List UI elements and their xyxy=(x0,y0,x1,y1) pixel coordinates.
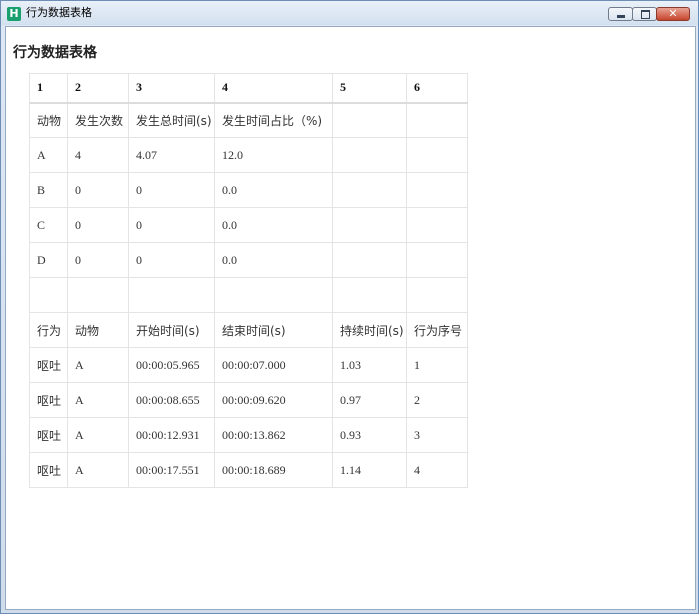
table-cell[interactable]: D xyxy=(29,242,68,278)
table-row: 行为 动物 开始时间(s) 结束时间(s) 持续时间(s) 行为序号 xyxy=(29,312,468,348)
table-cell[interactable]: 呕吐 xyxy=(29,347,68,383)
table-cell[interactable] xyxy=(332,207,407,243)
minimize-icon xyxy=(617,15,625,18)
table-cell[interactable]: 0 xyxy=(67,242,129,278)
table-cell[interactable]: A xyxy=(29,137,68,173)
table-cell[interactable]: 动物 xyxy=(67,312,129,348)
table-cell[interactable]: 4 xyxy=(67,137,129,173)
table-cell[interactable]: 0 xyxy=(128,242,215,278)
table-cell[interactable]: 00:00:17.551 xyxy=(128,452,215,488)
column-header[interactable]: 2 xyxy=(67,73,129,104)
window-controls: ✕ xyxy=(608,7,690,22)
table-cell[interactable]: 0.93 xyxy=(332,417,407,453)
window-title: 行为数据表格 xyxy=(26,6,92,19)
table-cell[interactable]: A xyxy=(67,347,129,383)
table-cell[interactable]: 2 xyxy=(406,382,468,418)
table-cell[interactable]: 发生总时间(s) xyxy=(128,102,215,138)
table-cell[interactable]: A xyxy=(67,382,129,418)
table-cell[interactable]: 0 xyxy=(67,172,129,208)
table-cell[interactable] xyxy=(406,207,468,243)
table-cell[interactable]: 呕吐 xyxy=(29,382,68,418)
table-cell[interactable]: 1 xyxy=(406,347,468,383)
table-cell[interactable]: 00:00:07.000 xyxy=(214,347,333,383)
table-cell[interactable]: 0.0 xyxy=(214,242,333,278)
close-button[interactable]: ✕ xyxy=(656,7,690,21)
table-row: 呕吐 A 00:00:17.551 00:00:18.689 1.14 4 xyxy=(29,452,468,488)
column-header[interactable]: 6 xyxy=(406,73,468,104)
table-cell[interactable]: 0.97 xyxy=(332,382,407,418)
table-cell[interactable] xyxy=(406,137,468,173)
table-cell[interactable]: 4 xyxy=(406,452,468,488)
column-header[interactable]: 5 xyxy=(332,73,407,104)
table-row: D 0 0 0.0 xyxy=(29,242,468,278)
table-header-row: 1 2 3 4 5 6 xyxy=(29,73,468,104)
table-cell[interactable]: 0.0 xyxy=(214,172,333,208)
table-cell[interactable]: 持续时间(s) xyxy=(332,312,407,348)
table-cell[interactable]: 4.07 xyxy=(128,137,215,173)
behavior-data-table: 1 2 3 4 5 6 动物 发生次数 发生总时间(s) 发生时间占比（%) A 4 4.0… xyxy=(29,73,468,488)
table-cell[interactable]: 00:00:08.655 xyxy=(128,382,215,418)
table-cell[interactable]: C xyxy=(29,207,68,243)
table-cell[interactable] xyxy=(332,242,407,278)
table-cell[interactable]: 00:00:18.689 xyxy=(214,452,333,488)
client-area: 行为数据表格 1 2 3 4 5 6 动物 发生次数 发生总时间(s) 发生时间… xyxy=(5,26,696,610)
table-row: C 0 0 0.0 xyxy=(29,207,468,243)
table-row: B 0 0 0.0 xyxy=(29,172,468,208)
table-cell[interactable]: 0 xyxy=(128,172,215,208)
table-cell[interactable]: 0 xyxy=(128,207,215,243)
table-cell[interactable] xyxy=(406,242,468,278)
maximize-icon xyxy=(641,10,650,19)
table-cell[interactable]: 动物 xyxy=(29,102,68,138)
table-cell[interactable]: 00:00:13.862 xyxy=(214,417,333,453)
table-row: 呕吐 A 00:00:12.931 00:00:13.862 0.93 3 xyxy=(29,417,468,453)
table-cell[interactable] xyxy=(128,277,215,313)
title-bar[interactable]: H 行为数据表格 ✕ xyxy=(1,1,698,25)
table-cell[interactable]: A xyxy=(67,452,129,488)
table-cell[interactable]: 0.0 xyxy=(214,207,333,243)
table-cell[interactable] xyxy=(67,277,129,313)
table-cell[interactable]: 行为序号 xyxy=(406,312,468,348)
table-row: 呕吐 A 00:00:05.965 00:00:07.000 1.03 1 xyxy=(29,347,468,383)
page-title: 行为数据表格 xyxy=(13,45,97,61)
table-cell[interactable]: 3 xyxy=(406,417,468,453)
table-cell[interactable]: 呕吐 xyxy=(29,417,68,453)
table-cell[interactable]: 00:00:09.620 xyxy=(214,382,333,418)
close-icon: ✕ xyxy=(668,7,678,20)
table-cell[interactable]: 1.14 xyxy=(332,452,407,488)
table-cell[interactable] xyxy=(332,277,407,313)
table-row: 呕吐 A 00:00:08.655 00:00:09.620 0.97 2 xyxy=(29,382,468,418)
table-cell[interactable]: 00:00:12.931 xyxy=(128,417,215,453)
maximize-button[interactable] xyxy=(632,7,657,21)
table-row: A 4 4.07 12.0 xyxy=(29,137,468,173)
table-cell[interactable]: 结束时间(s) xyxy=(214,312,333,348)
column-header[interactable]: 1 xyxy=(29,73,68,104)
table-cell[interactable]: 呕吐 xyxy=(29,452,68,488)
table-cell[interactable] xyxy=(29,277,68,313)
table-cell[interactable] xyxy=(214,277,333,313)
table-cell[interactable]: 开始时间(s) xyxy=(128,312,215,348)
minimize-button[interactable] xyxy=(608,7,633,21)
table-cell[interactable]: 发生次数 xyxy=(67,102,129,138)
table-body: 1 2 3 4 5 6 动物 发生次数 发生总时间(s) 发生时间占比（%) A 4 4.0… xyxy=(29,73,468,488)
table-cell[interactable] xyxy=(406,277,468,313)
table-cell[interactable] xyxy=(406,172,468,208)
table-cell[interactable]: 行为 xyxy=(29,312,68,348)
table-cell[interactable]: 1.03 xyxy=(332,347,407,383)
table-cell[interactable]: 12.0 xyxy=(214,137,333,173)
table-row xyxy=(29,277,468,313)
table-cell[interactable]: A xyxy=(67,417,129,453)
table-cell[interactable] xyxy=(332,102,407,138)
table-cell[interactable]: 00:00:05.965 xyxy=(128,347,215,383)
table-cell[interactable]: 发生时间占比（%) xyxy=(214,102,333,138)
column-header[interactable]: 4 xyxy=(214,73,333,104)
app-window: H 行为数据表格 ✕ 行为数据表格 1 2 3 4 5 6 动物 发生次数 发生… xyxy=(0,0,699,614)
table-row: 动物 发生次数 发生总时间(s) 发生时间占比（%) xyxy=(29,102,468,138)
column-header[interactable]: 3 xyxy=(128,73,215,104)
table-cell[interactable] xyxy=(406,102,468,138)
table-cell[interactable] xyxy=(332,172,407,208)
app-h-icon: H xyxy=(7,7,21,21)
table-cell[interactable] xyxy=(332,137,407,173)
table-cell[interactable]: B xyxy=(29,172,68,208)
table-cell[interactable]: 0 xyxy=(67,207,129,243)
